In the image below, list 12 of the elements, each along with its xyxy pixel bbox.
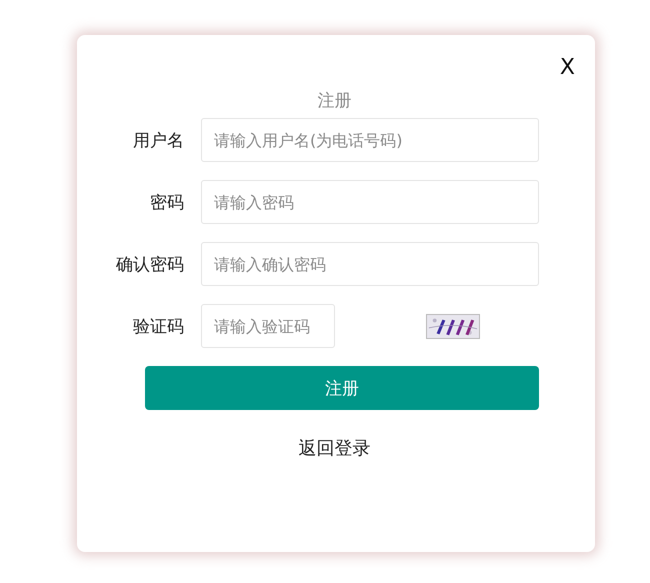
input-field[interactable]: 请输入确认密码 — [201, 242, 539, 286]
dialog-title: 注册 — [316, 90, 352, 112]
field-label: 确认密码 — [115, 254, 184, 276]
field-label: 验证码 — [132, 316, 184, 338]
field-label: 用户名 — [132, 130, 184, 152]
input-field[interactable]: 请输入验证码 — [201, 304, 335, 348]
register-button[interactable]: 注册 — [145, 366, 539, 410]
close-button[interactable]: X — [558, 53, 577, 81]
field-label: 密码 — [149, 192, 184, 214]
input-field[interactable]: 请输入用户名(为电话号码) — [201, 118, 539, 162]
input-field[interactable]: 请输入密码 — [201, 180, 539, 224]
back-to-login-link[interactable]: 返回登录 — [298, 436, 370, 460]
